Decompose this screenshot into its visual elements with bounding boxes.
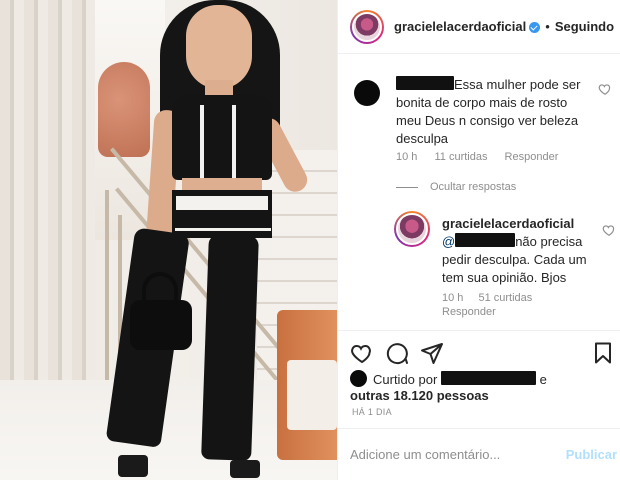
heart-icon[interactable] <box>350 341 374 365</box>
likes-suffix: e <box>539 372 547 387</box>
likes-others[interactable]: outras 18.120 pessoas <box>350 388 489 403</box>
reply-like-icon[interactable] <box>602 223 616 237</box>
following-button[interactable]: Seguindo <box>555 19 614 34</box>
orange-chair <box>277 310 337 460</box>
mention-prefix[interactable]: @ <box>442 234 455 249</box>
woman-face <box>186 5 252 89</box>
comment-icon[interactable] <box>385 341 409 365</box>
commenter-avatar[interactable] <box>354 80 380 106</box>
add-comment-bar: Adicione um comentário... Publicar <box>338 428 620 480</box>
hide-replies-label: Ocultar respostas <box>430 181 517 193</box>
divider-line <box>396 186 418 188</box>
hide-replies-button[interactable]: Ocultar respostas <box>396 181 516 193</box>
author-avatar[interactable] <box>350 9 384 44</box>
redacted-mention[interactable] <box>455 233 516 247</box>
comment-meta: 10 h 11 curtidas Responder <box>396 151 572 163</box>
post-timestamp[interactable]: HÁ 1 DIA <box>352 407 392 417</box>
reply-meta: 10 h 51 curtidas Responder <box>442 291 582 319</box>
reply-text-block: gracielelacerdaoficial @ não precisa pedi… <box>442 215 602 287</box>
author-username[interactable]: gracielelacerdaoficial <box>394 19 526 34</box>
comment-input[interactable]: Adicione um comentário... <box>350 447 500 462</box>
comment-like-icon[interactable] <box>598 82 612 96</box>
share-icon[interactable] <box>420 341 444 365</box>
redacted-liker[interactable] <box>440 371 536 385</box>
handbag <box>130 300 192 350</box>
comment-likes[interactable]: 11 curtidas <box>434 151 487 163</box>
separator-dot: • <box>545 19 550 34</box>
verified-badge-icon <box>529 22 541 33</box>
black-top <box>172 95 272 180</box>
publish-button[interactable]: Publicar <box>566 447 617 462</box>
reply-author[interactable]: gracielelacerdaoficial <box>442 216 574 231</box>
chair <box>98 62 150 157</box>
reply-reply-button[interactable]: Responder <box>442 306 496 318</box>
likes-summary: Curtido por e outras 18.120 pessoas <box>350 370 610 404</box>
reply-author-avatar[interactable] <box>394 211 430 247</box>
redacted-username[interactable] <box>396 76 454 90</box>
bookmark-icon[interactable] <box>591 341 615 365</box>
post-photo[interactable] <box>0 0 337 480</box>
comment-time[interactable]: 10 h <box>396 151 417 163</box>
post-header: gracielelacerdaoficial • Seguindo <box>338 0 620 54</box>
comment-text-block: Essa mulher pode ser bonita de corpo mai… <box>396 76 596 148</box>
reply-time[interactable]: 10 h <box>442 292 463 304</box>
post-sidebar: gracielelacerdaoficial • Seguindo Essa m… <box>337 0 620 480</box>
likes-prefix: Curtido por <box>373 372 438 387</box>
comment-reply-button[interactable]: Responder <box>505 151 559 163</box>
reply-likes[interactable]: 51 curtidas <box>478 292 532 304</box>
liker-avatar[interactable] <box>350 370 367 387</box>
